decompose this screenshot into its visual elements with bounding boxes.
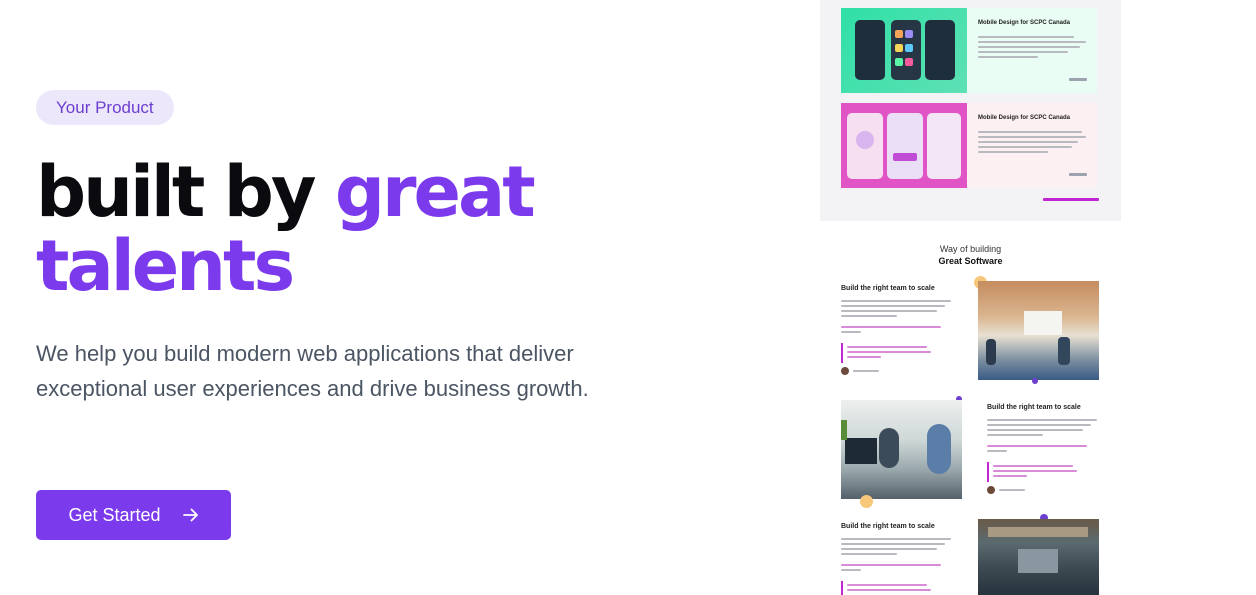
avatar xyxy=(841,367,849,375)
case-study-card[interactable]: Mobile Design for SCPC Canada xyxy=(841,103,1097,188)
team-photo xyxy=(978,281,1099,380)
case-study-title: Mobile Design for SCPC Canada xyxy=(978,115,1071,121)
read-more-link[interactable] xyxy=(1069,173,1087,176)
step-title: Build the right team to scale xyxy=(987,404,1081,411)
get-started-label: Get Started xyxy=(68,504,161,525)
case-study-image xyxy=(841,8,967,93)
case-study-text: Mobile Design for SCPC Canada xyxy=(967,103,1097,188)
developers-photo xyxy=(841,400,962,499)
arrow-right-icon xyxy=(182,508,199,522)
step-title: Build the right team to scale xyxy=(841,523,935,530)
read-more-link[interactable] xyxy=(1069,78,1087,81)
see-all-case-studies-link[interactable] xyxy=(1043,198,1099,201)
section-title-line2: Great Software xyxy=(938,256,1003,266)
get-started-button[interactable]: Get Started xyxy=(36,490,231,540)
section-title-line1: Way of building xyxy=(939,244,1002,254)
way-of-building-title: Way of building Great Software xyxy=(820,243,1121,267)
case-study-text: Mobile Design for SCPC Canada xyxy=(967,8,1097,93)
avatar xyxy=(987,486,995,494)
headline-accent-great: great xyxy=(334,151,536,233)
product-badge: Your Product xyxy=(36,90,174,125)
office-photo xyxy=(978,519,1099,595)
case-study-card[interactable]: Mobile Design for SCPC Canada xyxy=(841,8,1097,93)
case-study-image xyxy=(841,103,967,188)
headline-accent-talents: talents xyxy=(36,225,295,307)
hero-description: We help you build modern web application… xyxy=(36,341,589,401)
case-studies-section: Mobile Design for SCPC Canada Mobile Des… xyxy=(820,0,1121,221)
headline-text: built by xyxy=(36,151,335,233)
step-title: Build the right team to scale xyxy=(841,285,935,292)
website-preview: Mobile Design for SCPC Canada Mobile Des… xyxy=(820,0,1121,595)
hero-headline: built by great talents xyxy=(36,155,536,303)
case-study-title: Mobile Design for SCPC Canada xyxy=(978,20,1071,26)
